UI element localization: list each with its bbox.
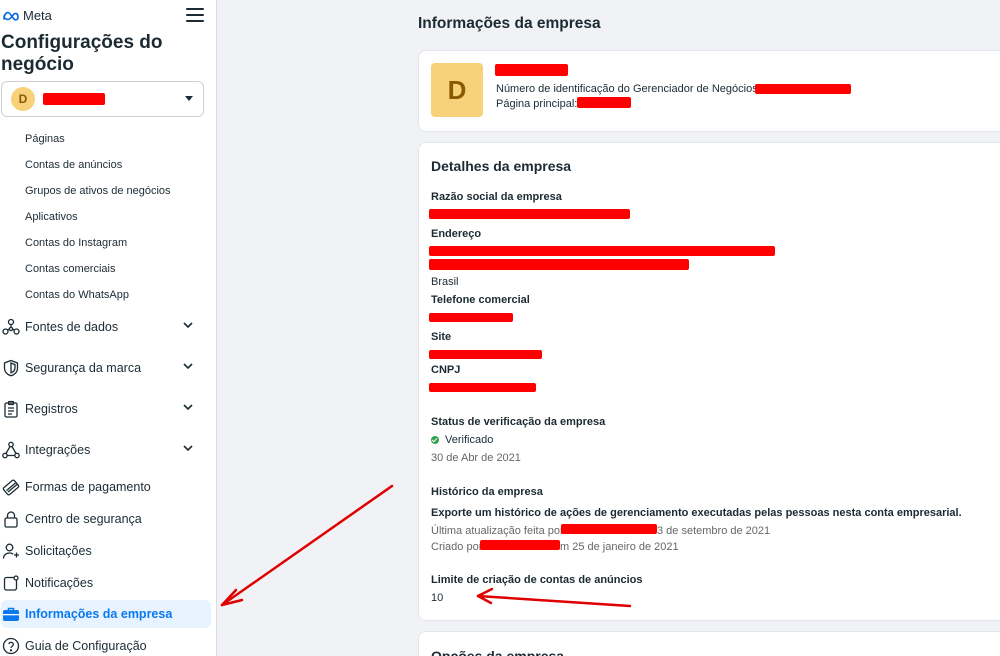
redacted-created-by [480,540,560,550]
business-history-description: Exporte um histórico de ações de gerenci… [431,507,962,519]
ad-account-limit-label: Limite de criação de contas de anúncios [431,574,643,586]
sidebar-item-label: Guia de Configuração [25,639,147,653]
sidebar-item-registers[interactable]: Registros [1,395,211,423]
sidebar-item-notifications[interactable]: Notificações [1,569,211,597]
business-history-label: Histórico da empresa [431,486,543,498]
ad-account-limit-value: 10 [431,592,444,604]
page-title: Informações da empresa [418,15,601,32]
created-date: m 25 de janeiro de 2021 [560,541,679,553]
redacted-business-name [43,93,105,105]
verification-date: 30 de Abr de 2021 [431,452,521,464]
chevron-down-icon [183,404,193,411]
briefcase-icon [1,604,21,624]
redacted-address-line-2 [429,259,689,270]
chevron-down-icon [183,445,193,452]
sidebar-item-label: Registros [25,402,78,416]
sidebar-item-commercial-accounts[interactable]: Contas comerciais [25,263,115,275]
sidebar-item-label: Segurança da marca [25,361,142,375]
cnpj-label: CNPJ [431,364,461,376]
sidebar-item-whatsapp[interactable]: Contas do WhatsApp [25,289,129,301]
redacted-last-updated-by [561,524,657,534]
data-sources-icon [1,317,21,337]
sidebar-item-requests[interactable]: Solicitações [1,537,211,565]
integrations-icon [1,440,21,460]
business-header-card: D Número de identificação do Gerenciador… [418,50,1000,132]
person-request-icon [1,541,21,561]
menu-toggle-icon[interactable] [186,8,204,24]
sidebar-item-ad-accounts[interactable]: Contas de anúncios [25,159,122,171]
notification-icon [1,573,21,593]
business-details-title: Detalhes da empresa [431,158,572,174]
sidebar: Meta Configurações do negócio D Páginas … [0,0,217,656]
clipboard-icon [1,399,21,419]
sidebar-item-label: Centro de segurança [25,512,142,526]
sidebar-item-business-info[interactable]: Informações da empresa [1,600,211,628]
meta-logo[interactable]: Meta [2,8,52,23]
chevron-down-icon [183,322,193,329]
redacted-site [429,350,542,359]
business-options-card: Opções da empresa [418,631,1000,656]
address-label: Endereço [431,228,482,240]
sidebar-title: Configurações do negócio [1,32,163,75]
business-avatar: D [11,87,35,111]
legal-name-label: Razão social da empresa [431,191,562,203]
sidebar-item-security-center[interactable]: Centro de segurança [1,505,211,533]
meta-infinity-icon [3,11,19,21]
redacted-primary-page [577,97,631,108]
sidebar-item-label: Notificações [25,576,94,590]
primary-page-label: Página principal: [496,98,578,110]
redacted-business-name [495,64,568,76]
chevron-down-icon [183,363,193,370]
address-country: Brasil [431,276,459,288]
verification-status: Verificado [431,434,493,446]
sidebar-item-label: Integrações [25,443,91,457]
sidebar-item-pages[interactable]: Páginas [25,133,65,145]
sidebar-item-label: Solicitações [25,544,92,558]
sidebar-item-data-sources[interactable]: Fontes de dados [1,313,211,341]
sidebar-item-setup-guide[interactable]: Guia de Configuração [1,632,211,656]
sidebar-item-integrations[interactable]: Integrações [1,436,211,464]
created-by-prefix: Criado por [431,541,483,553]
check-circle-icon [431,436,439,445]
help-icon [1,636,21,656]
lock-icon [1,509,21,529]
redacted-business-id [755,84,851,94]
verification-status-text: Verificado [445,434,494,446]
sidebar-item-instagram[interactable]: Contas do Instagram [25,237,127,249]
credit-card-icon [1,477,21,497]
verification-status-label: Status de verificação da empresa [431,416,606,428]
business-avatar-large: D [431,63,483,117]
sidebar-item-asset-groups[interactable]: Grupos de ativos de negócios [25,185,171,197]
sidebar-item-label: Formas de pagamento [25,480,151,494]
redacted-cnpj [429,383,536,392]
sidebar-item-apps[interactable]: Aplicativos [25,211,78,223]
site-label: Site [431,331,452,343]
caret-down-icon [185,96,193,101]
business-details-card: Detalhes da empresa Razão social da empr… [418,142,1000,621]
business-selector[interactable]: D [1,81,204,117]
business-manager-id-label: Número de identificação do Gerenciador d… [496,83,761,95]
shield-icon [1,358,21,378]
redacted-phone [429,313,513,322]
sidebar-item-label: Fontes de dados [25,320,119,334]
last-update-prefix: Última atualização feita por [431,525,564,537]
business-options-title: Opções da empresa [431,648,565,656]
sidebar-item-label: Informações da empresa [25,607,173,621]
meta-brand-text: Meta [23,8,52,23]
arrow-to-sidebar-item [220,484,394,607]
business-phone-label: Telefone comercial [431,294,530,306]
sidebar-item-brand-safety[interactable]: Segurança da marca [1,354,211,382]
redacted-legal-name [429,209,630,219]
redacted-address-line-1 [429,246,775,256]
sidebar-item-payment-methods[interactable]: Formas de pagamento [1,473,211,501]
last-update-date: 3 de setembro de 2021 [657,525,771,537]
